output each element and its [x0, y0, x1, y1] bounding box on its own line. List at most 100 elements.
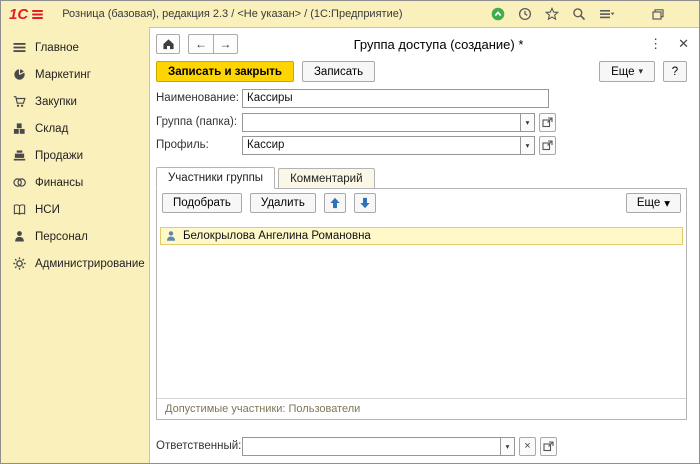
book-icon — [13, 204, 26, 215]
folder-dropdown-button[interactable]: ▾ — [521, 112, 535, 132]
menu-lines-icon — [600, 10, 615, 19]
sidebar-label: Финансы — [35, 176, 84, 189]
search-button[interactable] — [572, 7, 586, 21]
members-footer: Допустимые участники: Пользователи — [157, 398, 686, 419]
members-panel: Подобрать Удалить Еще ▾ Белокрылова Анге… — [156, 188, 687, 420]
save-button[interactable]: Записать — [301, 61, 376, 82]
star-icon — [545, 7, 559, 21]
favorites-button[interactable] — [545, 7, 559, 21]
responsible-label: Ответственный: — [156, 440, 242, 452]
gear-icon — [13, 257, 26, 270]
support-icon — [491, 7, 505, 21]
logo-menu-icon — [32, 9, 44, 19]
sidebar-label: Продажи — [35, 149, 84, 162]
back-button[interactable]: ← — [188, 34, 213, 54]
sidebar-item-finance[interactable]: Финансы — [1, 169, 149, 196]
member-name: Белокрылова Ангелина Романовна — [183, 230, 371, 242]
window-controls — [651, 1, 665, 27]
tab-comment[interactable]: Комментарий — [278, 168, 375, 189]
allowed-members-text: Допустимые участники: Пользователи — [165, 403, 361, 415]
sidebar-label: Главное — [35, 41, 79, 54]
sidebar-item-main[interactable]: Главное — [1, 34, 149, 61]
caret-down-icon: ▾ — [638, 66, 643, 76]
tab-strip: Участники группы Комментарий — [156, 167, 375, 189]
history-button[interactable] — [518, 7, 532, 21]
form-more-menu-button[interactable]: ⋮ — [647, 36, 664, 52]
sidebar-item-purchases[interactable]: Закупки — [1, 88, 149, 115]
sidebar-label: Склад — [35, 122, 69, 135]
folder-input[interactable] — [242, 112, 521, 132]
field-folder: Группа (папка): ▾ — [156, 112, 556, 132]
sidebar-label: Персонал — [35, 230, 88, 243]
logo-text: 1С — [9, 5, 29, 23]
profile-open-button[interactable] — [539, 135, 556, 155]
move-down-button[interactable] — [353, 193, 376, 213]
more-button-label: Еще — [611, 65, 635, 78]
save-and-close-button[interactable]: Записать и закрыть — [156, 61, 294, 82]
command-bar: Записать и закрыть Записать Еще ▾ ? — [156, 61, 687, 82]
open-link-icon — [543, 440, 554, 451]
profile-label: Профиль: — [156, 139, 209, 151]
members-more-label: Еще — [636, 197, 661, 209]
window-restore-button[interactable] — [651, 8, 665, 21]
boxes-icon — [13, 123, 25, 134]
responsible-dropdown-button[interactable]: ▾ — [501, 436, 515, 456]
form-window: ← → Группа доступа (создание) * ⋮ ✕ Запи… — [149, 27, 699, 463]
1c-logo: 1С — [9, 7, 44, 22]
open-link-icon — [542, 116, 553, 127]
name-input[interactable] — [242, 88, 549, 108]
members-more-button[interactable]: Еще ▾ — [625, 193, 681, 213]
sidebar-item-marketing[interactable]: Маркетинг — [1, 61, 149, 88]
member-row[interactable]: Белокрылова Ангелина Романовна — [160, 227, 683, 245]
field-name: Наименование: — [156, 88, 549, 108]
home-button[interactable] — [156, 34, 180, 54]
sidebar-item-sales[interactable]: Продажи — [1, 142, 149, 169]
folder-open-button[interactable] — [539, 112, 556, 132]
open-link-icon — [542, 139, 553, 150]
support-button[interactable] — [491, 7, 505, 21]
pick-button[interactable]: Подобрать — [162, 193, 242, 213]
responsible-input[interactable] — [242, 436, 501, 456]
arrow-up-icon — [330, 197, 340, 209]
app-title: Розница (базовая), редакция 2.3 / <Не ук… — [62, 8, 403, 20]
user-icon — [166, 231, 176, 241]
field-profile: Профиль: ▾ — [156, 135, 556, 155]
app-window: 1С Розница (базовая), редакция 2.3 / <Не… — [0, 0, 700, 464]
members-toolbar: Подобрать Удалить Еще ▾ — [157, 189, 686, 216]
sidebar-item-administration[interactable]: Администрирование — [1, 250, 149, 277]
form-header: ← → Группа доступа (создание) * ⋮ ✕ — [156, 34, 691, 56]
search-icon — [573, 8, 586, 21]
person-icon — [15, 231, 24, 242]
help-button[interactable]: ? — [663, 61, 687, 82]
sidebar-label: Закупки — [35, 95, 77, 108]
tab-members[interactable]: Участники группы — [156, 167, 276, 189]
delete-button[interactable]: Удалить — [249, 193, 316, 213]
window-restore-icon — [652, 8, 664, 20]
home-icon — [162, 39, 174, 50]
folder-label: Группа (папка): — [156, 116, 238, 128]
move-up-button[interactable] — [323, 193, 346, 213]
responsible-clear-button[interactable]: × — [519, 436, 536, 456]
more-button[interactable]: Еще ▾ — [599, 61, 655, 82]
arrow-down-icon — [360, 197, 370, 209]
tab-members-label: Участники группы — [168, 172, 264, 184]
sidebar-item-personnel[interactable]: Персонал — [1, 223, 149, 250]
sidebar-label: НСИ — [35, 203, 60, 216]
profile-input[interactable] — [242, 135, 521, 155]
members-list: Белокрылова Ангелина Романовна — [157, 217, 686, 398]
sidebar-item-warehouse[interactable]: Склад — [1, 115, 149, 142]
field-responsible: Ответственный: ▾ × — [156, 436, 557, 456]
tab-comment-label: Комментарий — [290, 172, 363, 185]
main-menu-button[interactable] — [599, 7, 615, 21]
hamburger-icon — [13, 43, 26, 52]
profile-dropdown-button[interactable]: ▾ — [521, 135, 535, 155]
form-title: Группа доступа (создание) * — [353, 37, 524, 52]
sidebar-item-nsi[interactable]: НСИ — [1, 196, 149, 223]
cart-icon — [13, 96, 26, 107]
forward-button[interactable]: → — [213, 34, 238, 54]
form-close-button[interactable]: ✕ — [676, 36, 691, 52]
coins-icon — [13, 178, 26, 187]
form-header-actions: ⋮ ✕ — [647, 34, 691, 54]
pie-chart-icon — [14, 68, 25, 80]
responsible-open-button[interactable] — [540, 436, 557, 456]
